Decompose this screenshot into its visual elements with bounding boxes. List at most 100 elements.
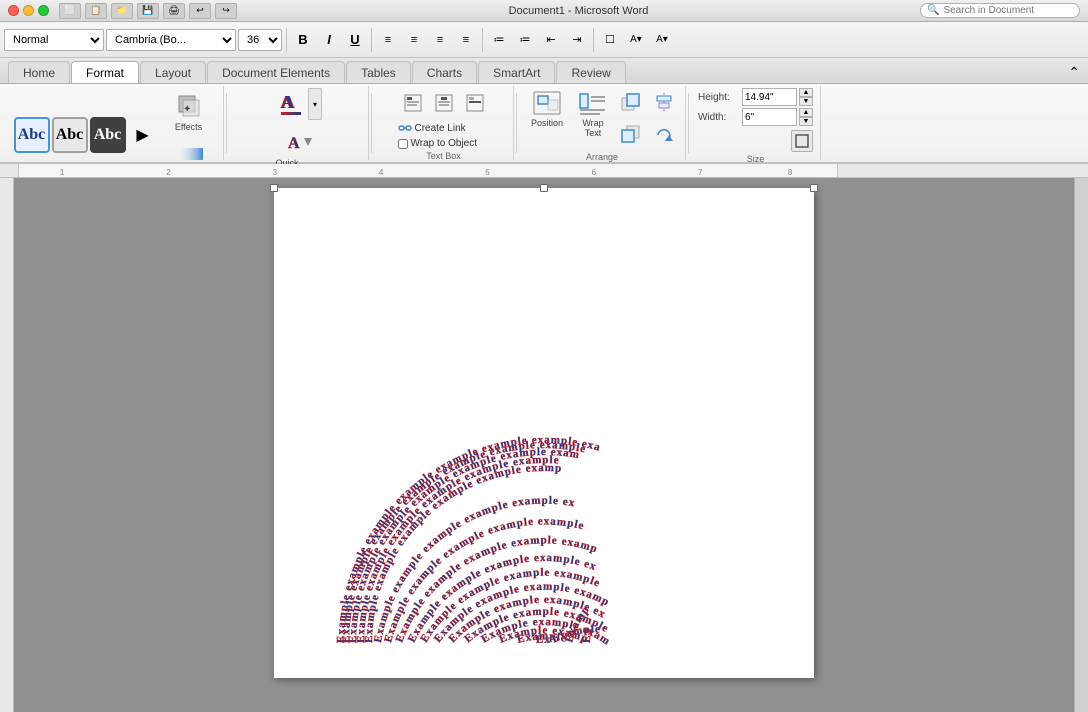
text-box-label: Text Box (426, 149, 461, 161)
window-controls[interactable] (8, 5, 49, 16)
tab-review[interactable]: Review (556, 61, 625, 83)
ribbon-divider-1 (226, 93, 227, 153)
tab-home[interactable]: Home (8, 61, 70, 83)
shape-style-1[interactable]: Abc (14, 117, 50, 153)
shape-styles-more[interactable]: ▶ (128, 120, 158, 150)
style-selector[interactable]: Normal (4, 29, 104, 51)
wrap-checkbox[interactable] (398, 139, 408, 149)
ribbon-divider-2 (371, 93, 372, 153)
width-input[interactable] (742, 108, 797, 126)
quick-styles-icon: A (286, 126, 312, 158)
tab-charts[interactable]: Charts (412, 61, 477, 83)
width-down[interactable]: ▼ (799, 117, 813, 126)
width-spinner[interactable]: ▲ ▼ (799, 108, 813, 126)
bold-button[interactable]: B (291, 29, 315, 51)
tab-document-elements[interactable]: Document Elements (207, 61, 345, 83)
main-area: Example example example example example … (0, 178, 1088, 712)
text-color-btn[interactable]: A (275, 88, 307, 120)
width-label: Width: (698, 112, 740, 123)
align-objects-btn[interactable] (649, 88, 679, 118)
title-bar: ⬜ 📋 📁 💾 🖨 ↩ ↪ Document1 - Microsoft Word… (0, 0, 1088, 22)
canvas-area[interactable]: Example example example example example … (14, 178, 1074, 712)
align-center-button[interactable]: ≡ (402, 28, 426, 52)
formatting-toolbar: Normal Cambria (Bo... 36 B I U ≡ ≡ ≡ ≡ ≔… (0, 22, 1088, 58)
tab-format[interactable]: Format (71, 61, 139, 83)
align-top-center[interactable] (429, 88, 459, 118)
undo-icon[interactable]: ↩ (189, 3, 211, 19)
numbered-list-button[interactable]: ≔ (513, 28, 537, 52)
align-right-button[interactable]: ≡ (428, 28, 452, 52)
open-icon[interactable]: 📁 (111, 3, 133, 19)
handle-top-right[interactable] (810, 184, 818, 192)
size-maximize-btn[interactable] (791, 130, 813, 152)
size-content: Height: ▲ ▼ Width: ▲ ▼ (698, 88, 813, 152)
new-icon[interactable]: ⬜ (59, 3, 81, 19)
save-icon[interactable]: 💾 (137, 3, 159, 19)
close-button[interactable] (8, 5, 19, 16)
text-box-group: Create Link Wrap to Object Text Box (374, 86, 514, 160)
link-textbox-dropdown[interactable] (460, 88, 490, 118)
wrap-text-label: Wrap Text (573, 118, 613, 138)
vertical-scrollbar[interactable] (1074, 178, 1088, 712)
wrap-to-object-btn[interactable]: Wrap to Object (398, 138, 490, 149)
text-art-svg: Example example example example example … (294, 208, 794, 658)
bullets-button[interactable]: ≔ (487, 28, 511, 52)
maximize-button[interactable] (38, 5, 49, 16)
handle-top-left[interactable] (270, 184, 278, 192)
print-icon[interactable]: 🖨 (163, 3, 185, 19)
tab-tables[interactable]: Tables (346, 61, 411, 83)
templates-icon[interactable]: 📋 (85, 3, 107, 19)
underline-button[interactable]: U (343, 29, 367, 51)
height-input[interactable] (742, 88, 797, 106)
svg-text:A: A (288, 135, 300, 152)
size-label: Size (747, 152, 765, 164)
toolbar-separator-3 (482, 28, 483, 52)
ruler-scale: 1 2 3 4 5 6 7 8 (18, 164, 838, 177)
font-selector[interactable]: Cambria (Bo... (106, 29, 236, 51)
minimize-button[interactable] (23, 5, 34, 16)
tab-layout[interactable]: Layout (140, 61, 206, 83)
position-icon (532, 90, 562, 118)
window-title: Document1 - Microsoft Word (243, 5, 914, 17)
link-icon (398, 121, 412, 135)
wrap-text-icon (578, 90, 608, 118)
svg-text:Ex: Ex (581, 627, 595, 644)
shape-style-3[interactable]: Abc (90, 117, 126, 153)
align-top-left[interactable] (398, 88, 428, 118)
height-down[interactable]: ▼ (799, 97, 813, 106)
handle-top-center[interactable] (540, 184, 548, 192)
height-spinner[interactable]: ▲ ▼ (799, 88, 813, 106)
text-box-button[interactable]: ☐ (598, 28, 622, 52)
tab-smartart[interactable]: SmartArt (478, 61, 555, 83)
decrease-indent-button[interactable]: ⇤ (539, 28, 563, 52)
italic-button[interactable]: I (317, 29, 341, 51)
text-box-content: Create Link Wrap to Object (398, 88, 490, 149)
wrap-text-btn[interactable]: Wrap Text (571, 88, 615, 150)
align-left-button[interactable]: ≡ (376, 28, 400, 52)
create-link-btn[interactable]: Create Link (398, 121, 490, 135)
rotate-btn[interactable] (649, 120, 679, 150)
quick-access-toolbar: ⬜ 📋 📁 💾 🖨 ↩ ↪ (59, 3, 237, 19)
height-up[interactable]: ▲ (799, 88, 813, 97)
text-color-dropdown[interactable]: ▾ (308, 88, 322, 120)
justify-button[interactable]: ≡ (454, 28, 478, 52)
search-input[interactable] (943, 5, 1063, 16)
text-art[interactable]: Example example example example example … (294, 208, 794, 658)
bring-forward-btn[interactable] (617, 88, 647, 118)
shape-style-2[interactable]: Abc (52, 117, 88, 153)
highlight-color-button[interactable]: A▾ (624, 28, 648, 52)
ribbon-collapse-button[interactable]: ⌃ (1068, 64, 1080, 81)
shape-effects-btn[interactable]: ✦ Effects (164, 88, 214, 134)
horizontal-ruler: 1 2 3 4 5 6 7 8 (0, 164, 1088, 178)
width-up[interactable]: ▲ (799, 108, 813, 117)
increase-indent-button[interactable]: ⇥ (565, 28, 589, 52)
send-backward-btn[interactable] (617, 120, 647, 150)
shape-effects-label: Effects (175, 122, 202, 132)
font-color-button[interactable]: A▾ (650, 28, 674, 52)
vertical-ruler (0, 178, 14, 712)
toolbar-separator-1 (286, 28, 287, 52)
search-bar[interactable]: 🔍 (920, 3, 1080, 18)
position-btn[interactable]: Position (525, 88, 569, 150)
redo-icon[interactable]: ↪ (215, 3, 237, 19)
font-size-selector[interactable]: 36 (238, 29, 282, 51)
